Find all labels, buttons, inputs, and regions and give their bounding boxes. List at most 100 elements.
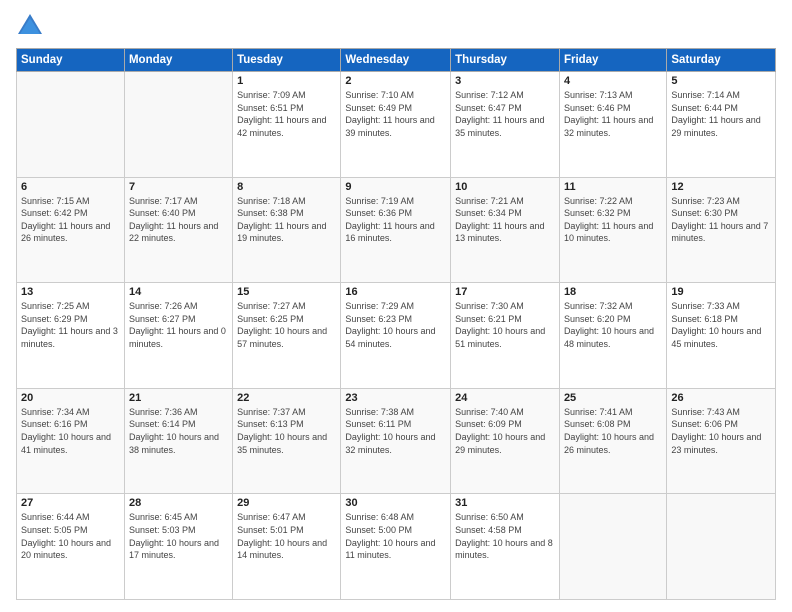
- day-number: 17: [455, 286, 555, 298]
- calendar-cell: 19 Sunrise: 7:33 AM Sunset: 6:18 PM Dayli…: [667, 283, 776, 389]
- day-number: 11: [564, 181, 662, 193]
- day-number: 13: [21, 286, 120, 298]
- day-info: Sunrise: 7:43 AM Sunset: 6:06 PM Dayligh…: [671, 406, 771, 456]
- calendar-cell: [559, 494, 666, 600]
- col-header-tuesday: Tuesday: [233, 49, 341, 72]
- day-number: 14: [129, 286, 228, 298]
- day-info: Sunrise: 7:22 AM Sunset: 6:32 PM Dayligh…: [564, 195, 662, 245]
- calendar-cell: 14Sunrise: 7:26 AM Sunset: 6:27 PM Dayli…: [124, 283, 232, 389]
- day-number: 31: [455, 497, 555, 509]
- day-number: 21: [129, 392, 228, 404]
- day-info: Sunrise: 7:15 AM Sunset: 6:42 PM Dayligh…: [21, 195, 120, 245]
- day-number: 18: [564, 286, 662, 298]
- calendar-cell: 10 Sunrise: 7:21 AM Sunset: 6:34 PM Dayli…: [451, 177, 560, 283]
- logo-icon: [16, 12, 44, 40]
- day-info: Sunrise: 7:34 AM Sunset: 6:16 PM Dayligh…: [21, 406, 120, 456]
- day-number: 7: [129, 181, 228, 193]
- day-number: 24: [455, 392, 555, 404]
- calendar-cell: 7 Sunrise: 7:17 AM Sunset: 6:40 PM Daylig…: [124, 177, 232, 283]
- calendar-cell: 12Sunrise: 7:23 AM Sunset: 6:30 PM Dayli…: [667, 177, 776, 283]
- calendar-week-5: 27 Sunrise: 6:44 AM Sunset: 5:05 PM Dayli…: [17, 494, 776, 600]
- day-info: Sunrise: 7:12 AM Sunset: 6:47 PM Dayligh…: [455, 89, 555, 139]
- calendar-cell: 5 Sunrise: 7:14 AM Sunset: 6:44 PM Daylig…: [667, 72, 776, 178]
- day-info: Sunrise: 7:10 AM Sunset: 6:49 PM Dayligh…: [345, 89, 446, 139]
- day-info: Sunrise: 6:45 AM Sunset: 5:03 PM Dayligh…: [129, 511, 228, 561]
- calendar-week-3: 13 Sunrise: 7:25 AM Sunset: 6:29 PM Dayli…: [17, 283, 776, 389]
- calendar-cell: 21 Sunrise: 7:36 AM Sunset: 6:14 PM Dayli…: [124, 388, 232, 494]
- calendar-cell: 28 Sunrise: 6:45 AM Sunset: 5:03 PM Dayli…: [124, 494, 232, 600]
- col-header-monday: Monday: [124, 49, 232, 72]
- calendar-cell: 29 Sunrise: 6:47 AM Sunset: 5:01 PM Dayli…: [233, 494, 341, 600]
- col-header-friday: Friday: [559, 49, 666, 72]
- day-info: Sunrise: 7:19 AM Sunset: 6:36 PM Dayligh…: [345, 195, 446, 245]
- day-number: 26: [671, 392, 771, 404]
- col-header-saturday: Saturday: [667, 49, 776, 72]
- calendar-cell: 16 Sunrise: 7:29 AM Sunset: 6:23 PM Dayli…: [341, 283, 451, 389]
- day-info: Sunrise: 6:48 AM Sunset: 5:00 PM Dayligh…: [345, 511, 446, 561]
- day-number: 19: [671, 286, 771, 298]
- calendar-cell: 23 Sunrise: 7:38 AM Sunset: 6:11 PM Dayli…: [341, 388, 451, 494]
- day-info: Sunrise: 6:50 AM Sunset: 4:58 PM Dayligh…: [455, 511, 555, 561]
- calendar-cell: 18Sunrise: 7:32 AM Sunset: 6:20 PM Dayli…: [559, 283, 666, 389]
- day-number: 10: [455, 181, 555, 193]
- day-number: 23: [345, 392, 446, 404]
- day-number: 9: [345, 181, 446, 193]
- calendar-cell: 25 Sunrise: 7:41 AM Sunset: 6:08 PM Dayli…: [559, 388, 666, 494]
- calendar-cell: 17 Sunrise: 7:30 AM Sunset: 6:21 PM Dayli…: [451, 283, 560, 389]
- day-info: Sunrise: 7:17 AM Sunset: 6:40 PM Dayligh…: [129, 195, 228, 245]
- day-info: Sunrise: 7:41 AM Sunset: 6:08 PM Dayligh…: [564, 406, 662, 456]
- calendar-cell: 11 Sunrise: 7:22 AM Sunset: 6:32 PM Dayli…: [559, 177, 666, 283]
- day-number: 30: [345, 497, 446, 509]
- calendar-cell: [667, 494, 776, 600]
- day-info: Sunrise: 7:09 AM Sunset: 6:51 PM Dayligh…: [237, 89, 336, 139]
- col-header-wednesday: Wednesday: [341, 49, 451, 72]
- day-info: Sunrise: 7:37 AM Sunset: 6:13 PM Dayligh…: [237, 406, 336, 456]
- calendar-cell: 20 Sunrise: 7:34 AM Sunset: 6:16 PM Dayli…: [17, 388, 125, 494]
- day-info: Sunrise: 7:33 AM Sunset: 6:18 PM Dayligh…: [671, 300, 771, 350]
- day-info: Sunrise: 7:40 AM Sunset: 6:09 PM Dayligh…: [455, 406, 555, 456]
- day-number: 16: [345, 286, 446, 298]
- day-info: Sunrise: 7:36 AM Sunset: 6:14 PM Dayligh…: [129, 406, 228, 456]
- day-info: Sunrise: 7:25 AM Sunset: 6:29 PM Dayligh…: [21, 300, 120, 350]
- day-info: Sunrise: 7:21 AM Sunset: 6:34 PM Dayligh…: [455, 195, 555, 245]
- day-number: 2: [345, 75, 446, 87]
- day-number: 28: [129, 497, 228, 509]
- calendar-cell: 30 Sunrise: 6:48 AM Sunset: 5:00 PM Dayli…: [341, 494, 451, 600]
- calendar-cell: [124, 72, 232, 178]
- day-number: 3: [455, 75, 555, 87]
- day-info: Sunrise: 7:13 AM Sunset: 6:46 PM Dayligh…: [564, 89, 662, 139]
- calendar-cell: 15Sunrise: 7:27 AM Sunset: 6:25 PM Dayli…: [233, 283, 341, 389]
- calendar-week-1: 1Sunrise: 7:09 AM Sunset: 6:51 PM Daylig…: [17, 72, 776, 178]
- day-number: 25: [564, 392, 662, 404]
- calendar-week-4: 20 Sunrise: 7:34 AM Sunset: 6:16 PM Dayli…: [17, 388, 776, 494]
- day-info: Sunrise: 6:47 AM Sunset: 5:01 PM Dayligh…: [237, 511, 336, 561]
- day-info: Sunrise: 6:44 AM Sunset: 5:05 PM Dayligh…: [21, 511, 120, 561]
- day-number: 4: [564, 75, 662, 87]
- calendar-cell: 4 Sunrise: 7:13 AM Sunset: 6:46 PM Daylig…: [559, 72, 666, 178]
- day-number: 27: [21, 497, 120, 509]
- calendar-cell: 26 Sunrise: 7:43 AM Sunset: 6:06 PM Dayli…: [667, 388, 776, 494]
- day-info: Sunrise: 7:38 AM Sunset: 6:11 PM Dayligh…: [345, 406, 446, 456]
- calendar-cell: 24 Sunrise: 7:40 AM Sunset: 6:09 PM Dayli…: [451, 388, 560, 494]
- day-number: 22: [237, 392, 336, 404]
- calendar-cell: [17, 72, 125, 178]
- calendar-cell: 1Sunrise: 7:09 AM Sunset: 6:51 PM Daylig…: [233, 72, 341, 178]
- calendar-cell: 2 Sunrise: 7:10 AM Sunset: 6:49 PM Daylig…: [341, 72, 451, 178]
- day-number: 20: [21, 392, 120, 404]
- day-number: 29: [237, 497, 336, 509]
- calendar-table: SundayMondayTuesdayWednesdayThursdayFrid…: [16, 48, 776, 600]
- calendar-cell: 27 Sunrise: 6:44 AM Sunset: 5:05 PM Dayli…: [17, 494, 125, 600]
- col-header-sunday: Sunday: [17, 49, 125, 72]
- calendar-week-2: 6 Sunrise: 7:15 AM Sunset: 6:42 PM Daylig…: [17, 177, 776, 283]
- day-number: 5: [671, 75, 771, 87]
- logo: [16, 12, 48, 40]
- day-info: Sunrise: 7:23 AM Sunset: 6:30 PM Dayligh…: [671, 195, 771, 245]
- calendar-cell: 31 Sunrise: 6:50 AM Sunset: 4:58 PM Dayli…: [451, 494, 560, 600]
- day-info: Sunrise: 7:14 AM Sunset: 6:44 PM Dayligh…: [671, 89, 771, 139]
- calendar-cell: 22 Sunrise: 7:37 AM Sunset: 6:13 PM Dayli…: [233, 388, 341, 494]
- day-info: Sunrise: 7:30 AM Sunset: 6:21 PM Dayligh…: [455, 300, 555, 350]
- day-info: Sunrise: 7:29 AM Sunset: 6:23 PM Dayligh…: [345, 300, 446, 350]
- day-number: 6: [21, 181, 120, 193]
- calendar-header-row: SundayMondayTuesdayWednesdayThursdayFrid…: [17, 49, 776, 72]
- calendar-cell: 8Sunrise: 7:18 AM Sunset: 6:38 PM Daylig…: [233, 177, 341, 283]
